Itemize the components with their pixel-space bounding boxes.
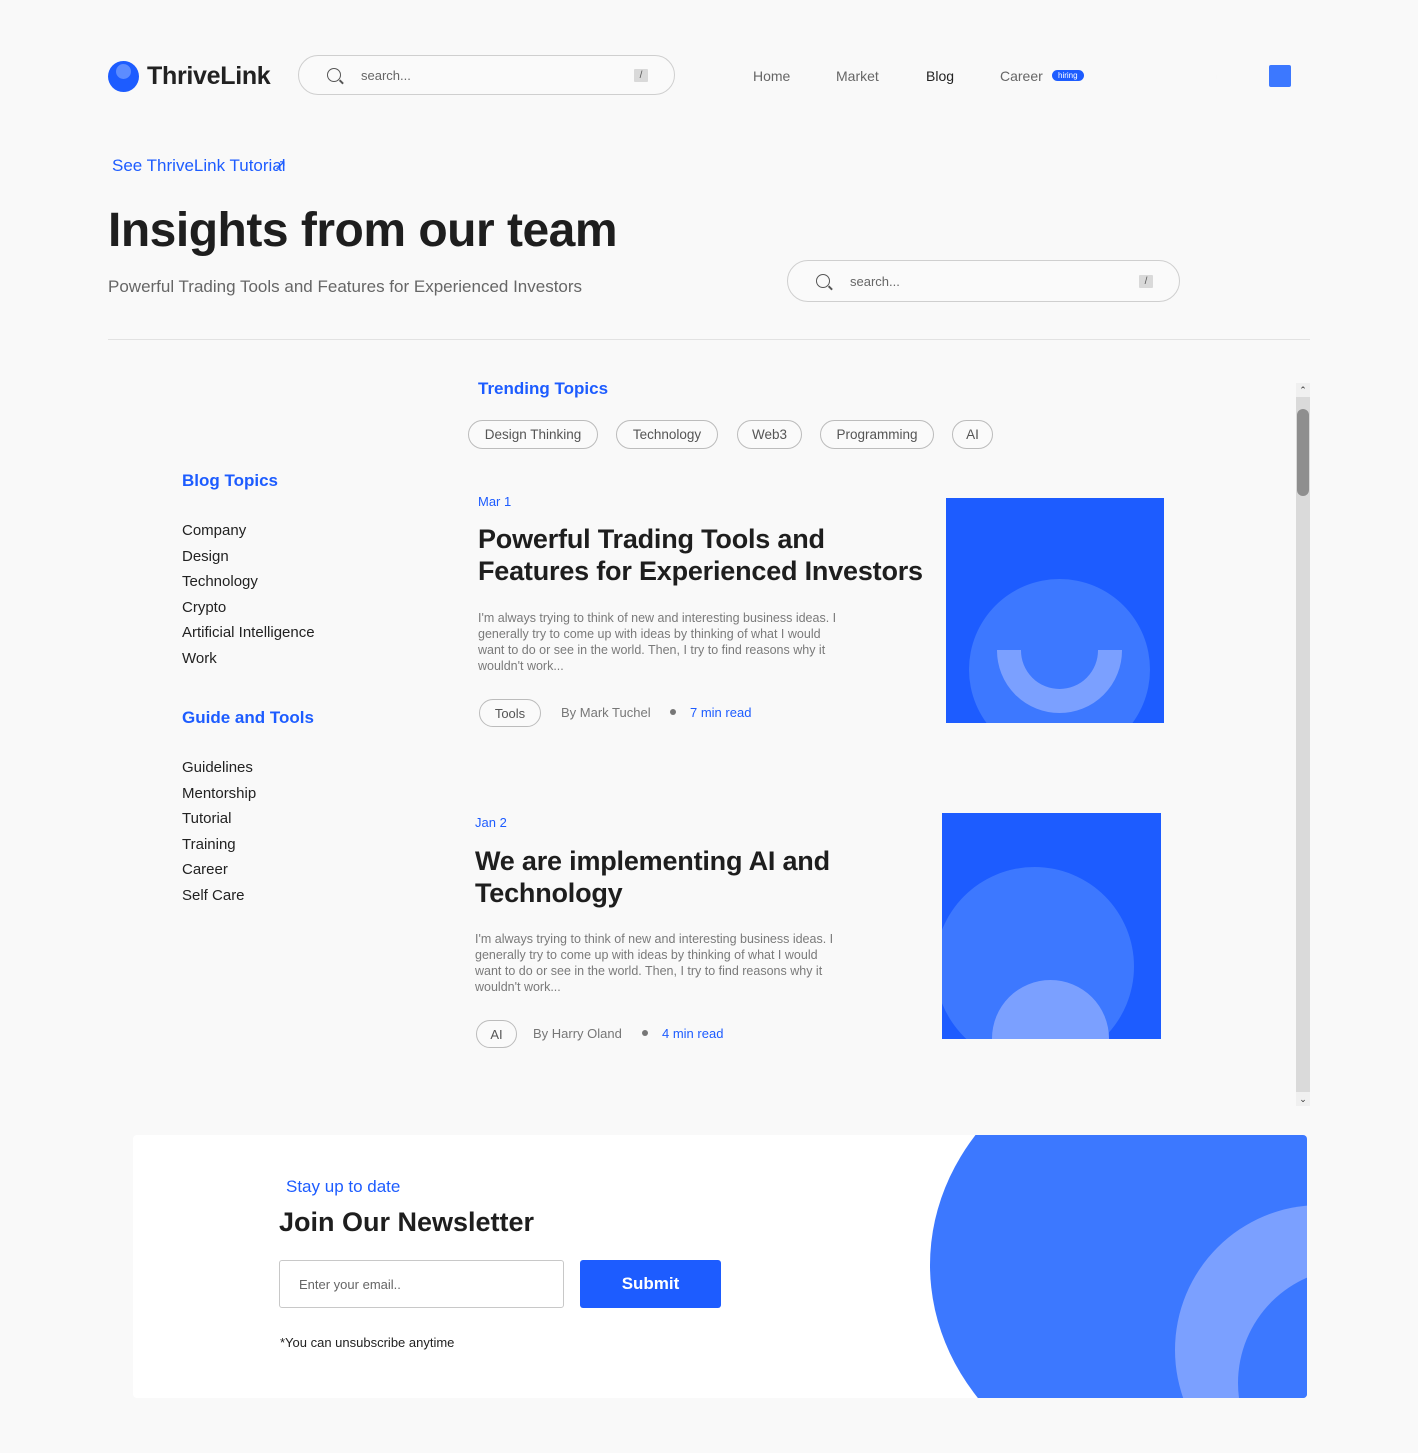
blog-topics-list: Company Design Technology Crypto Artific…	[182, 521, 315, 674]
post-tag[interactable]: AI	[476, 1020, 517, 1048]
newsletter-title: Join Our Newsletter	[279, 1207, 535, 1237]
page-subtitle: Powerful Trading Tools and Features for …	[108, 277, 583, 296]
sidebar-item-tutorial[interactable]: Tutorial	[182, 809, 256, 835]
newsletter-eyebrow: Stay up to date	[286, 1177, 401, 1196]
search-icon	[327, 68, 341, 82]
sidebar-item-company[interactable]: Company	[182, 521, 315, 547]
post-thumbnail[interactable]	[942, 813, 1161, 1039]
email-field[interactable]	[279, 1260, 564, 1308]
sidebar-item-mentorship[interactable]: Mentorship	[182, 784, 256, 810]
trending-topics-heading: Trending Topics	[478, 379, 609, 398]
separator-dot	[642, 1030, 648, 1036]
nav-career[interactable]: Career	[1000, 68, 1043, 84]
nav-home[interactable]: Home	[753, 68, 790, 84]
post-date: Jan 2	[475, 815, 507, 830]
scroll-up-icon[interactable]: ⌃	[1296, 383, 1310, 397]
topic-chip-technology[interactable]: Technology	[616, 420, 718, 449]
sidebar-item-guidelines[interactable]: Guidelines	[182, 758, 256, 784]
posts-scrollbar[interactable]: ⌃ ⌄	[1296, 383, 1310, 1106]
get-started-icon[interactable]	[1269, 65, 1291, 87]
post-title-line: We are implementing AI and	[475, 846, 830, 876]
post-read-time: 7 min read	[690, 705, 752, 720]
brand-name: ThriveLink	[147, 62, 271, 90]
hiring-badge: hiring	[1052, 70, 1084, 81]
sidebar-item-design[interactable]: Design	[182, 547, 315, 573]
post-tag[interactable]: Tools	[479, 699, 541, 727]
post-thumbnail[interactable]	[946, 498, 1164, 723]
get-started-button[interactable]: Get Started	[1182, 69, 1248, 84]
post-author: By Harry Oland	[533, 1026, 622, 1041]
blog-search[interactable]: /	[787, 260, 1180, 302]
sidebar-item-ai[interactable]: Artificial Intelligence	[182, 623, 315, 649]
search-shortcut-key: /	[1139, 274, 1153, 288]
page-title: Insights from our team	[108, 204, 618, 257]
search-icon	[816, 274, 830, 288]
post-title-line: Powerful Trading Tools and	[478, 524, 825, 554]
post-title-line: Technology	[475, 878, 623, 908]
logo-icon	[108, 61, 139, 92]
post-title[interactable]: Powerful Trading Tools and Features for …	[478, 523, 923, 587]
topic-chip-design-thinking[interactable]: Design Thinking	[468, 420, 598, 449]
nav-blog[interactable]: Blog	[926, 68, 954, 84]
blog-search-input[interactable]	[850, 273, 1139, 289]
header-search[interactable]: /	[298, 55, 675, 95]
tutorial-link[interactable]: See ThriveLink Tutorial	[112, 156, 286, 176]
nav-market[interactable]: Market	[836, 68, 879, 84]
topic-chip-web3[interactable]: Web3	[737, 420, 802, 449]
scroll-down-icon[interactable]: ⌄	[1296, 1092, 1310, 1106]
sidebar-item-self-care[interactable]: Self Care	[182, 886, 256, 912]
blog-topics-heading: Blog Topics	[182, 471, 279, 490]
submit-button[interactable]: Submit	[580, 1260, 721, 1308]
brand-logo[interactable]: ThriveLink	[108, 61, 271, 92]
sidebar-item-crypto[interactable]: Crypto	[182, 598, 315, 624]
divider	[108, 339, 1310, 340]
post-author: By Mark Tuchel	[561, 705, 651, 720]
post-excerpt: I'm always trying to think of new and in…	[478, 611, 837, 673]
sidebar-item-technology[interactable]: Technology	[182, 572, 315, 598]
header-search-input[interactable]	[361, 67, 634, 83]
post-read-time: 4 min read	[662, 1026, 724, 1041]
topic-chip-ai[interactable]: AI	[952, 420, 993, 449]
newsletter-section: Stay up to date Join Our Newsletter Subm…	[133, 1135, 1307, 1398]
topic-chip-programming[interactable]: Programming	[820, 420, 934, 449]
sidebar-item-work[interactable]: Work	[182, 649, 315, 675]
separator-dot	[670, 709, 676, 715]
guides-list: Guidelines Mentorship Tutorial Training …	[182, 758, 256, 911]
search-shortcut-key: /	[634, 68, 648, 82]
post-title-line: Features for Experienced Investors	[478, 556, 923, 586]
sidebar-item-career[interactable]: Career	[182, 860, 256, 886]
post-date: Mar 1	[478, 494, 512, 509]
sidebar-item-training[interactable]: Training	[182, 835, 256, 861]
unsubscribe-note: *You can unsubscribe anytime	[280, 1335, 455, 1350]
scrollbar-thumb[interactable]	[1297, 409, 1309, 496]
post-title[interactable]: We are implementing AI and Technology	[475, 845, 830, 909]
post-excerpt: I'm always trying to think of new and in…	[475, 932, 834, 994]
external-arrow-icon: ↗	[274, 157, 287, 174]
guides-heading: Guide and Tools	[182, 708, 314, 727]
